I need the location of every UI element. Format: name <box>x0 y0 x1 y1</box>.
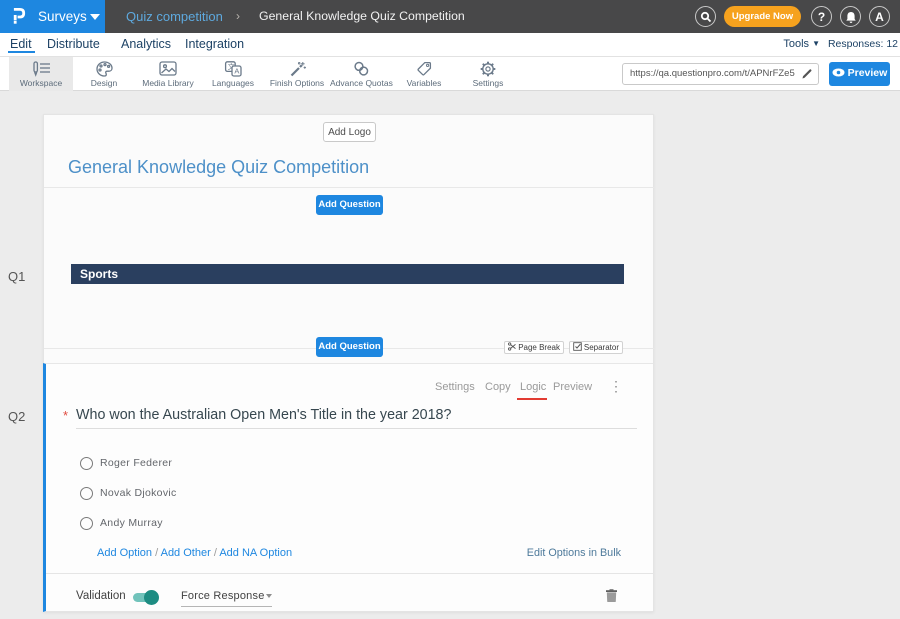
svg-text:A: A <box>234 67 239 76</box>
